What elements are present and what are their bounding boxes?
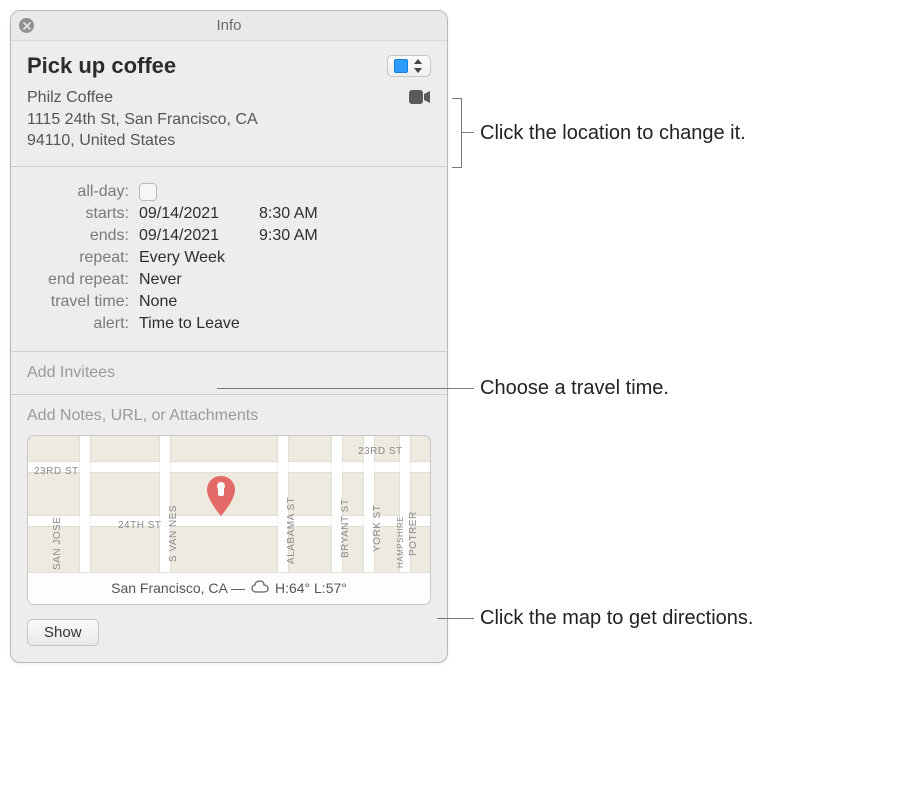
alert-value[interactable]: Time to Leave <box>139 315 240 333</box>
map-pin-icon <box>206 476 236 518</box>
add-video-call-button[interactable] <box>409 89 431 152</box>
traveltime-label: travel time: <box>27 293 139 311</box>
street-york: YORK ST <box>372 504 383 551</box>
street-23rd: 23RD ST <box>34 466 79 477</box>
street-hampshire: HAMPSHIRE <box>396 516 405 568</box>
event-location[interactable]: Philz Coffee 1115 24th St, San Francisco… <box>27 87 258 152</box>
callout-line <box>217 388 474 389</box>
video-camera-icon <box>409 89 431 105</box>
callout-line <box>437 618 474 619</box>
endrepeat-value[interactable]: Never <box>139 271 182 289</box>
map-city: San Francisco, CA — <box>111 580 245 596</box>
map-weather: H:64° L:57° <box>275 580 347 596</box>
ends-label: ends: <box>27 227 139 245</box>
stepper-icon <box>414 59 424 73</box>
callout-bracket <box>452 98 462 168</box>
close-button[interactable] <box>19 18 34 33</box>
event-header: Pick up coffee Philz Coffee 1115 24th St… <box>11 41 447 167</box>
event-map[interactable]: 23RD ST 23RD ST 24TH ST S VAN NES ALABAM… <box>27 435 431 605</box>
starts-label: starts: <box>27 205 139 223</box>
calendar-color-picker[interactable] <box>387 55 431 77</box>
close-icon <box>23 22 31 30</box>
starts-time[interactable]: 8:30 AM <box>259 205 349 223</box>
event-title[interactable]: Pick up coffee <box>27 53 176 79</box>
callout-line <box>462 132 474 133</box>
event-info-panel: Info Pick up coffee Philz Coffee 1115 24… <box>10 10 448 663</box>
map-weather-footer: San Francisco, CA — H:64° L:57° <box>28 572 430 604</box>
panel-footer: Show <box>11 605 447 662</box>
street-alabama: ALABAMA ST <box>286 497 297 564</box>
street-23rd-r: 23RD ST <box>358 446 403 457</box>
location-address2: 94110, United States <box>27 130 258 152</box>
allday-label: all-day: <box>27 183 139 201</box>
allday-checkbox[interactable] <box>139 183 157 201</box>
show-button[interactable]: Show <box>27 619 99 646</box>
titlebar: Info <box>11 11 447 41</box>
event-details: all-day: starts: 09/14/2021 8:30 AM ends… <box>11 167 447 352</box>
street-potrer: POTRER <box>408 511 419 556</box>
callout-travel: Choose a travel time. <box>480 377 669 400</box>
alert-label: alert: <box>27 315 139 333</box>
street-24th: 24TH ST <box>118 520 162 531</box>
ends-time[interactable]: 9:30 AM <box>259 227 349 245</box>
street-sanjose: SAN JOSE <box>52 516 63 569</box>
traveltime-value[interactable]: None <box>139 293 177 311</box>
starts-date[interactable]: 09/14/2021 <box>139 205 259 223</box>
window-title: Info <box>216 17 241 34</box>
cloud-icon <box>251 580 269 597</box>
location-address1: 1115 24th St, San Francisco, CA <box>27 109 258 131</box>
endrepeat-label: end repeat: <box>27 271 139 289</box>
repeat-label: repeat: <box>27 249 139 267</box>
calendar-color-chip <box>394 59 408 73</box>
ends-date[interactable]: 09/14/2021 <box>139 227 259 245</box>
map-area: 23RD ST 23RD ST 24TH ST S VAN NES ALABAM… <box>28 436 430 572</box>
street-bryant: BRYANT ST <box>340 498 351 558</box>
callout-map: Click the map to get directions. <box>480 607 753 630</box>
repeat-value[interactable]: Every Week <box>139 249 225 267</box>
notes-section: Add Notes, URL, or Attachments 23RD ST 2… <box>11 395 447 605</box>
street-vanness: S VAN NES <box>168 505 179 562</box>
location-name: Philz Coffee <box>27 87 258 109</box>
add-notes-field[interactable]: Add Notes, URL, or Attachments <box>27 407 431 425</box>
callout-location: Click the location to change it. <box>480 122 746 145</box>
